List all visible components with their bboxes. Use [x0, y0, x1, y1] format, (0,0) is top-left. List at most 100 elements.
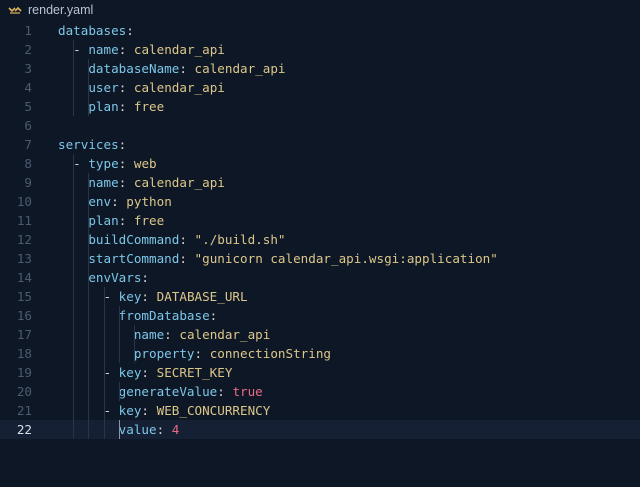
line-number: 13 [16, 251, 32, 266]
line-number: 22 [16, 422, 32, 437]
indent-guide [88, 173, 90, 439]
line-number: 20 [16, 384, 32, 399]
yaml-value: free [133, 213, 165, 228]
code-text: envVars: [88, 270, 150, 285]
line-number: 19 [16, 365, 32, 380]
code-text: fromDatabase: [118, 308, 218, 323]
line-number: 17 [16, 327, 32, 342]
code-line[interactable]: 20 generateValue: true [0, 382, 640, 401]
code-text: - key: WEB_CONCURRENCY [103, 403, 271, 418]
yaml-value: WEB_CONCURRENCY [156, 403, 271, 418]
yaml-value: calendar_api [194, 61, 286, 76]
code-line[interactable]: 5 plan: free [0, 97, 640, 116]
line-number: 1 [24, 23, 32, 38]
line-number: 7 [24, 137, 32, 152]
yaml-key: key [118, 289, 142, 304]
code-line[interactable]: 9 name: calendar_api [0, 173, 640, 192]
code-text: name: calendar_api [88, 175, 225, 190]
code-line[interactable]: 21 - key: WEB_CONCURRENCY [0, 401, 640, 420]
yaml-key: services [58, 137, 119, 152]
indent-guide [134, 325, 135, 363]
code-line[interactable]: 16 fromDatabase: [0, 306, 640, 325]
code-line[interactable]: 10 env: python [0, 192, 640, 211]
yaml-value: DATABASE_URL [156, 289, 248, 304]
yaml-value: calendar_api [133, 42, 225, 57]
indent-guide [103, 287, 105, 439]
yaml-value: free [133, 99, 165, 114]
indent-guide [88, 59, 90, 116]
code-text: name: calendar_api [133, 327, 271, 342]
yaml-key: databases [58, 23, 127, 38]
code-text: - name: calendar_api [73, 42, 225, 57]
code-line[interactable]: 13 startCommand: "gunicorn calendar_api.… [0, 249, 640, 268]
code-text: buildCommand: "./build.sh" [88, 232, 286, 247]
yaml-value: "gunicorn calendar_api.wsgi:application" [194, 251, 498, 266]
code-line[interactable]: 19 - key: SECRET_KEY [0, 363, 640, 382]
code-text: user: calendar_api [88, 80, 225, 95]
line-number: 4 [24, 80, 32, 95]
line-number: 16 [16, 308, 32, 323]
code-text: - key: DATABASE_URL [103, 289, 248, 304]
indent-guide [73, 154, 75, 439]
line-number: 3 [24, 61, 32, 76]
yaml-key: plan [88, 99, 119, 114]
code-line[interactable]: 18 property: connectionString [0, 344, 640, 363]
code-line[interactable]: 8 - type: web [0, 154, 640, 173]
line-number: 6 [24, 118, 32, 133]
yaml-key: startCommand [88, 251, 180, 266]
yaml-key: envVars [88, 270, 142, 285]
code-line[interactable]: 15 - key: DATABASE_URL [0, 287, 640, 306]
indent-guide [118, 420, 120, 439]
list-dash: - [103, 403, 119, 418]
line-number: 5 [24, 99, 32, 114]
code-line[interactable]: 6 [0, 116, 640, 135]
code-text: databases: [58, 23, 134, 38]
list-dash: - [73, 156, 89, 171]
tab-render-yaml[interactable]: render.yaml [0, 0, 100, 22]
yaml-key: name [88, 175, 119, 190]
yaml-value: true [232, 384, 263, 399]
indent-guide [73, 40, 75, 116]
code-line[interactable]: 11 plan: free [0, 211, 640, 230]
tab-bar: render.yaml [0, 0, 640, 22]
code-line[interactable]: 4 user: calendar_api [0, 78, 640, 97]
yaml-key: user [88, 80, 119, 95]
yaml-key: fromDatabase [118, 308, 210, 323]
code-line[interactable]: 1 databases: [0, 21, 640, 40]
yaml-value: calendar_api [133, 175, 225, 190]
code-text: - key: SECRET_KEY [103, 365, 233, 380]
yaml-key: key [118, 365, 142, 380]
code-line[interactable]: 7 services: [0, 135, 640, 154]
code-line[interactable]: 3 databaseName: calendar_api [0, 59, 640, 78]
code-line[interactable]: 14 envVars: [0, 268, 640, 287]
indent-guide [118, 306, 120, 363]
yaml-key: generateValue [118, 384, 218, 399]
yaml-value: connectionString [209, 346, 332, 361]
yaml-key: value [118, 422, 157, 437]
code-line[interactable]: 12 buildCommand: "./build.sh" [0, 230, 640, 249]
line-number: 21 [16, 403, 32, 418]
line-number: 18 [16, 346, 32, 361]
yaml-key: databaseName [88, 61, 180, 76]
code-text: databaseName: calendar_api [88, 61, 286, 76]
code-line[interactable]: 2 - name: calendar_api [0, 40, 640, 59]
code-line[interactable]: 17 name: calendar_api [0, 325, 640, 344]
yaml-value: SECRET_KEY [156, 365, 233, 380]
line-number: 11 [16, 213, 32, 228]
line-number: 15 [16, 289, 32, 304]
code-line[interactable]: 22 value: 4 [0, 420, 640, 439]
yaml-key: name [88, 42, 119, 57]
indent-guide [118, 382, 120, 401]
code-text: property: connectionString [133, 346, 332, 361]
list-dash: - [73, 42, 89, 57]
code-text: env: python [88, 194, 172, 209]
yaml-key: key [118, 403, 142, 418]
yaml-key: name [133, 327, 165, 342]
line-number: 2 [24, 42, 32, 57]
line-number: 9 [24, 175, 32, 190]
yaml-key: property [133, 346, 195, 361]
code-editor[interactable]: 1 databases: 2 - name: calendar_api 3 datab… [0, 21, 640, 487]
yaml-value: web [133, 156, 157, 171]
yaml-value: "./build.sh" [194, 232, 286, 247]
code-text: startCommand: "gunicorn calendar_api.wsg… [88, 251, 498, 266]
